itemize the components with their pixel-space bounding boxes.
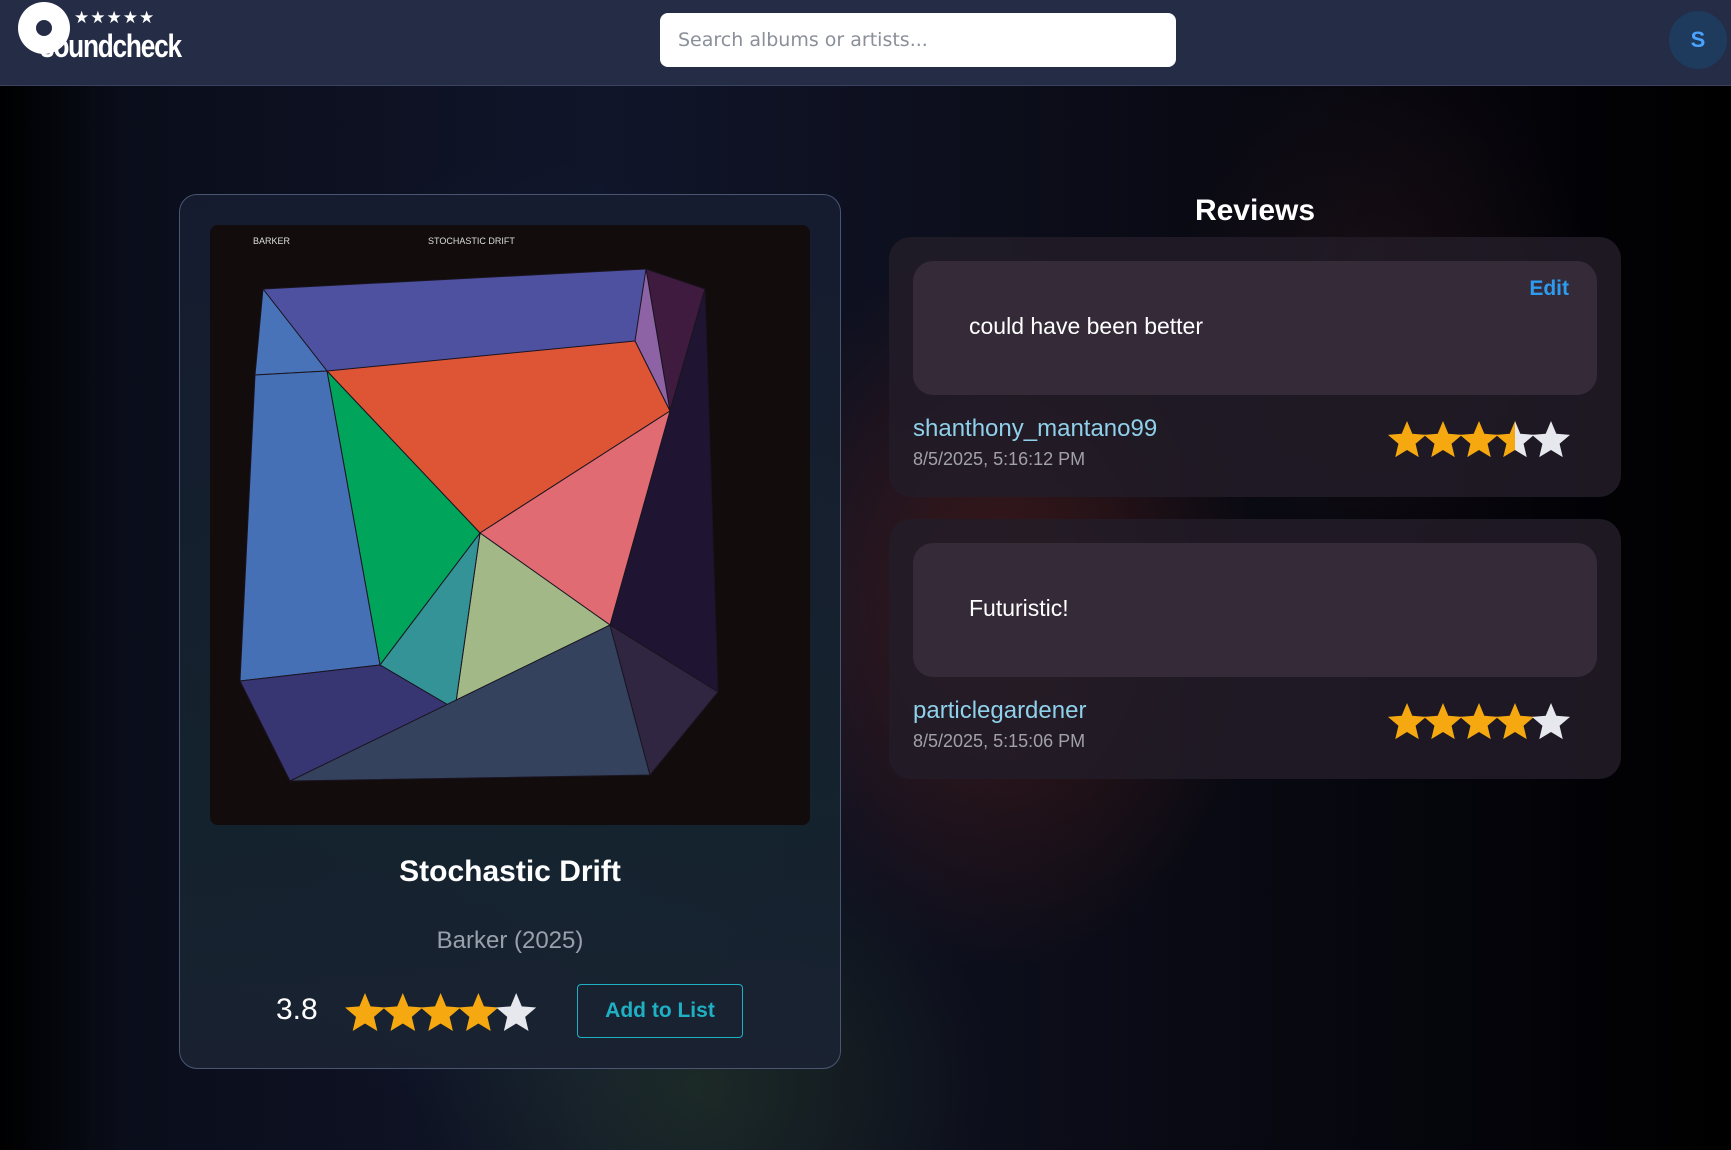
logo-stars: ★★★★★ (74, 8, 156, 28)
average-rating-value: 3.8 (276, 993, 318, 1026)
review-username[interactable]: shanthony_mantano99 (913, 415, 1157, 443)
review-card: Edit could have been better shanthony_ma… (889, 237, 1621, 497)
cover-artist-text: BARKER (253, 236, 291, 246)
album-title: Stochastic Drift (399, 855, 621, 888)
top-navbar: ★★★★★ soundcheck S (0, 0, 1731, 86)
review-card: Futuristic! particlegardener 8/5/2025, 5… (889, 519, 1621, 779)
star-icon (1387, 703, 1427, 740)
review-date: 8/5/2025, 5:15:06 PM (913, 731, 1086, 751)
album-artist-year: Barker (2025) (436, 927, 584, 954)
star-icon (420, 993, 461, 1031)
album-cover-art: BARKER STOCHASTIC DRIFT (210, 225, 810, 825)
star-icon (1423, 421, 1463, 458)
review-date: 8/5/2025, 5:16:12 PM (913, 449, 1086, 469)
star-icon (1495, 703, 1535, 740)
cover-title-text: STOCHASTIC DRIFT (428, 236, 515, 246)
search-input[interactable] (660, 13, 1176, 67)
album-card: BARKER STOCHASTIC DRIFT Stochastic Drift… (179, 194, 841, 1069)
star-icon (382, 993, 423, 1031)
add-to-list-button[interactable]: Add to List (577, 984, 743, 1038)
review-username[interactable]: particlegardener (913, 697, 1086, 725)
star-icon (1495, 421, 1535, 458)
review-text: Futuristic! (969, 595, 1069, 621)
reviews-heading: Reviews (1194, 194, 1316, 227)
review-bubble: Futuristic! (913, 543, 1597, 677)
review-star-rating (1387, 702, 1571, 742)
logo-wordmark: soundcheck (40, 28, 182, 64)
user-avatar[interactable]: S (1669, 11, 1727, 69)
star-icon (1459, 421, 1499, 458)
star-icon (1459, 703, 1499, 740)
star-icon (345, 993, 385, 1031)
album-cover: BARKER STOCHASTIC DRIFT (210, 225, 810, 825)
star-icon (1531, 421, 1571, 458)
soundcheck-logo[interactable]: ★★★★★ soundcheck (16, 0, 182, 70)
review-bubble: Edit could have been better (913, 261, 1597, 395)
star-icon (458, 993, 499, 1031)
star-icon (1423, 703, 1463, 740)
star-icon (1387, 421, 1427, 458)
review-text: could have been better (969, 313, 1204, 339)
star-icon (1531, 703, 1571, 740)
review-star-rating (1387, 420, 1571, 460)
edit-review-button[interactable]: Edit (1529, 277, 1569, 301)
album-star-rating (344, 992, 537, 1034)
star-icon (496, 993, 537, 1031)
